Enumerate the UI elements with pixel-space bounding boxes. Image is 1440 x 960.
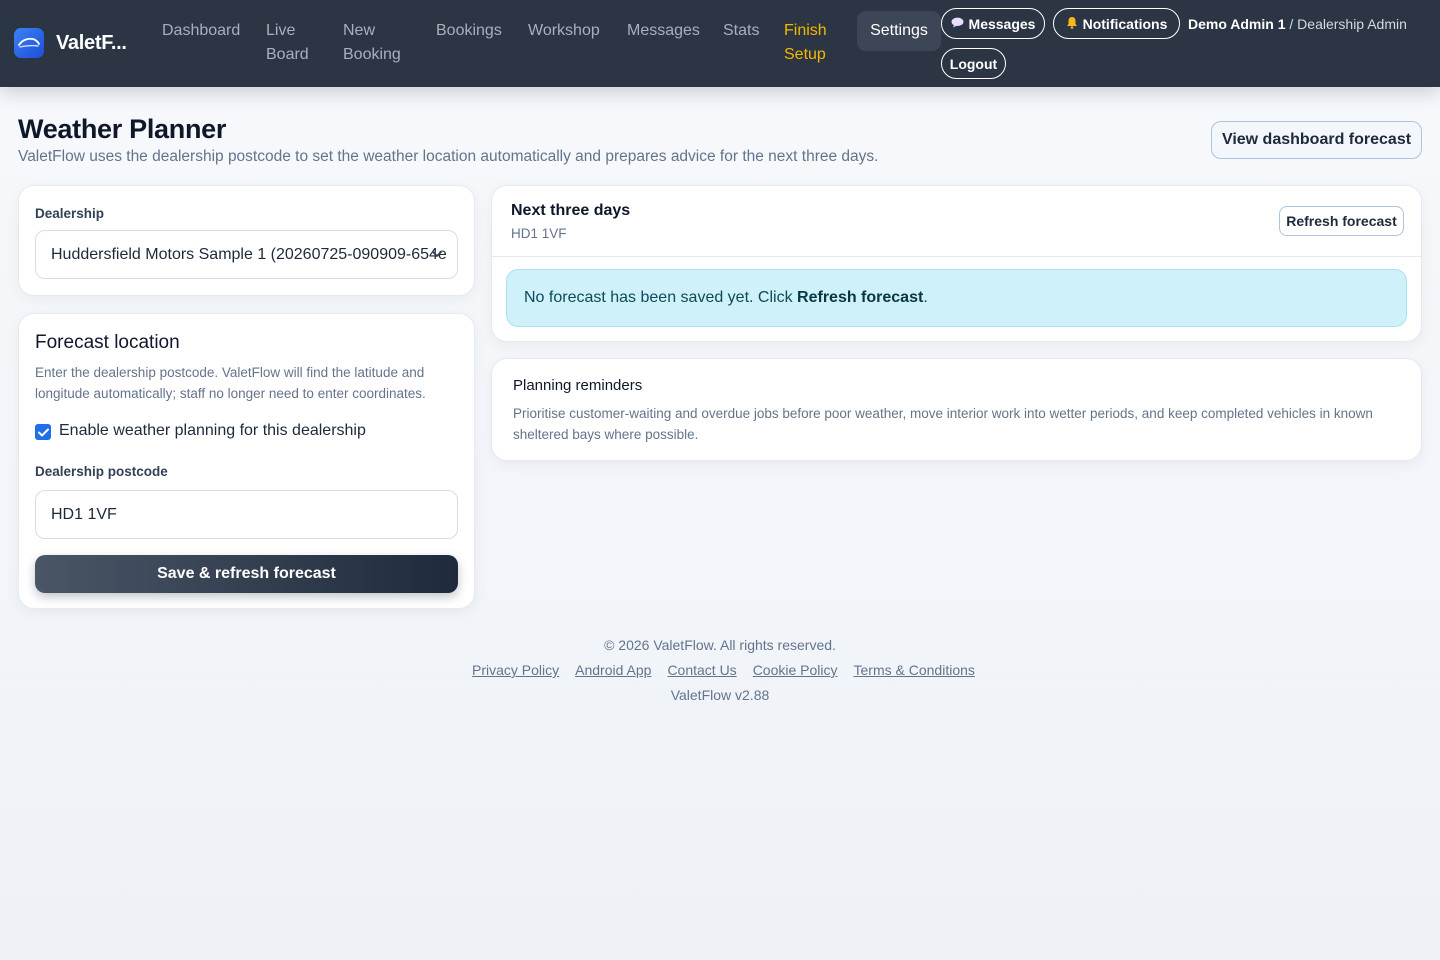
footer-links: Privacy Policy Android App Contact Us Co… <box>472 662 975 678</box>
nav-new-booking[interactable]: New Booking <box>343 19 401 67</box>
dealership-selected-value: Huddersfield Motors Sample 1 (20260725-0… <box>51 245 447 263</box>
forecast-card-title: Next three days <box>511 202 631 219</box>
alert-text: No forecast has been saved yet. Click <box>524 289 793 306</box>
nav-live-board-label-1: Live <box>266 22 296 39</box>
logout-button-label: Logout <box>949 55 998 72</box>
footer-link-contact[interactable]: Contact Us <box>667 662 736 678</box>
messages-button-label: Messages <box>968 15 1036 32</box>
dealership-select[interactable]: Huddersfield Motors Sample 1 (20260725-0… <box>35 230 458 279</box>
planning-reminders-card: Planning reminders Prioritise customer-w… <box>491 358 1422 461</box>
speech-bubble-icon <box>951 17 964 31</box>
no-forecast-alert: No forecast has been saved yet. Click Re… <box>506 269 1407 327</box>
postcode-input-value: HD1 1VF <box>51 505 117 523</box>
nav-settings[interactable]: Settings <box>857 11 941 51</box>
footer-link-android[interactable]: Android App <box>575 662 651 678</box>
nav-dashboard[interactable]: Dashboard <box>162 19 240 43</box>
alert-refresh-link[interactable]: Refresh forecast <box>797 289 923 307</box>
postcode-label: Dealership postcode <box>35 464 168 479</box>
user-name: Demo Admin 1 <box>1188 16 1286 32</box>
user-separator: / <box>1285 16 1298 32</box>
forecast-card: Next three days HD1 1VF Refresh forecast… <box>491 185 1422 342</box>
dealership-card: Dealership Huddersfield Motors Sample 1 … <box>18 185 475 296</box>
nav-stats-label: Stats <box>723 22 760 39</box>
dealership-label: Dealership <box>35 206 105 221</box>
logout-button[interactable]: Logout <box>941 48 1006 79</box>
nav-finish-setup[interactable]: Finish Setup <box>784 19 827 67</box>
bell-icon <box>1066 16 1078 32</box>
forecast-location-help: Enter the dealership postcode. ValetFlow… <box>35 365 426 401</box>
nav-new-booking-label-2: Booking <box>343 46 401 63</box>
forecast-card-divider <box>492 256 1421 257</box>
nav-bookings-label: Bookings <box>436 22 502 39</box>
user-role: Dealership Admin <box>1297 16 1407 32</box>
footer-link-cookie[interactable]: Cookie Policy <box>753 662 838 678</box>
page-subtitle: ValetFlow uses the dealership postcode t… <box>18 148 879 165</box>
planning-reminders-text: Prioritise customer-waiting and overdue … <box>513 406 1373 442</box>
save-refresh-forecast-label: Save & refresh forecast <box>157 565 336 582</box>
nav-bookings[interactable]: Bookings <box>436 19 502 43</box>
enable-weather-checkbox[interactable] <box>35 424 51 440</box>
forecast-location-card: Forecast location Enter the dealership p… <box>18 313 475 609</box>
postcode-input[interactable]: HD1 1VF <box>35 490 458 539</box>
messages-button[interactable]: Messages <box>941 8 1045 39</box>
notifications-button[interactable]: Notifications <box>1053 8 1180 39</box>
nav-finish-setup-label-1: Finish <box>784 22 827 39</box>
page-title: Weather Planner <box>18 114 227 144</box>
user-identity: Demo Admin 1 / Dealership Admin <box>1188 16 1407 32</box>
footer-copyright: © 2026 ValetFlow. All rights reserved. <box>604 637 836 653</box>
nav-dashboard-label: Dashboard <box>162 22 241 39</box>
nav-live-board[interactable]: Live Board <box>266 19 309 67</box>
notifications-button-label: Notifications <box>1082 15 1168 32</box>
nav-stats[interactable]: Stats <box>723 19 759 43</box>
nav-messages[interactable]: Messages <box>627 19 700 43</box>
nav-new-booking-label-1: New <box>343 22 376 39</box>
footer-link-privacy[interactable]: Privacy Policy <box>472 662 559 678</box>
alert-end: . <box>923 289 928 306</box>
nav-messages-label: Messages <box>627 22 700 39</box>
forecast-location-title: Forecast location <box>35 332 180 353</box>
car-logo-icon <box>14 28 44 58</box>
enable-weather-label[interactable]: Enable weather planning for this dealers… <box>59 422 366 440</box>
view-dashboard-forecast-button[interactable]: View dashboard forecast <box>1211 121 1422 159</box>
planning-reminders-title: Planning reminders <box>513 377 643 394</box>
footer-link-terms[interactable]: Terms & Conditions <box>854 662 975 678</box>
nav-workshop-label: Workshop <box>528 22 600 39</box>
forecast-card-postcode: HD1 1VF <box>511 226 567 241</box>
refresh-forecast-label: Refresh forecast <box>1286 213 1397 229</box>
check-icon <box>37 428 49 436</box>
nav-finish-setup-label-2: Setup <box>784 46 826 63</box>
chevron-down-icon <box>432 251 442 257</box>
footer-version: ValetFlow v2.88 <box>670 687 770 703</box>
nav-workshop[interactable]: Workshop <box>528 19 600 43</box>
nav-live-board-label-2: Board <box>266 46 309 63</box>
nav-settings-label: Settings <box>870 22 928 39</box>
brand[interactable]: ValetF... <box>14 28 127 58</box>
view-dashboard-forecast-label: View dashboard forecast <box>1221 131 1412 148</box>
brand-name: ValetF... <box>56 31 127 54</box>
top-navbar: ValetF... Dashboard Live Board New Booki… <box>0 0 1440 87</box>
refresh-forecast-button[interactable]: Refresh forecast <box>1279 206 1404 236</box>
save-refresh-forecast-button[interactable]: Save & refresh forecast <box>35 555 458 593</box>
